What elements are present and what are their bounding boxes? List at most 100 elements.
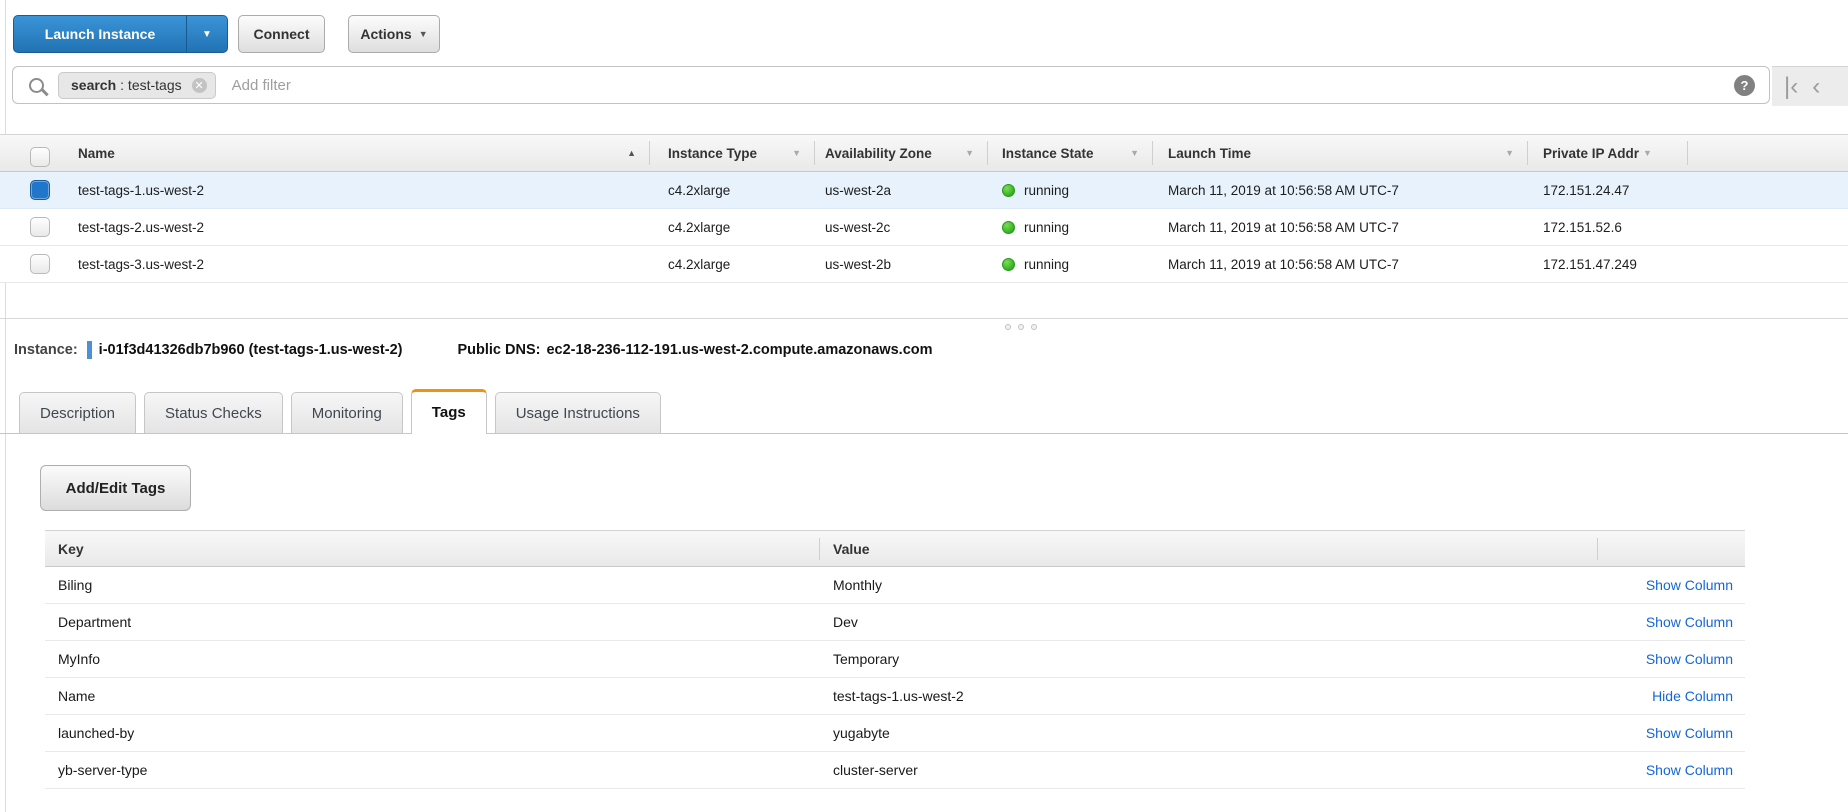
toggle-column-link[interactable]: Show Column (1646, 762, 1733, 778)
filter-icon[interactable]: ▼ (792, 148, 801, 158)
instance-type: c4.2xlarge (650, 209, 815, 245)
ec2-console: Launch Instance ▼ Connect Actions ▼ |‹ ‹… (0, 0, 1848, 812)
filter-chip-key: search (71, 77, 116, 93)
launch-instance-dropdown-button[interactable]: ▼ (186, 15, 228, 53)
launch-time: March 11, 2019 at 10:56:58 AM UTC-7 (1153, 209, 1528, 245)
column-header-value: Value (820, 531, 1598, 567)
row-checkbox[interactable] (30, 217, 50, 237)
tab-usage-instructions[interactable]: Usage Instructions (495, 392, 661, 433)
private-ip: 172.151.24.47 (1528, 172, 1688, 208)
tag-row: launched-by yugabyte Show Column (45, 715, 1745, 752)
private-ip: 172.151.47.249 (1528, 246, 1688, 282)
previous-page-icon[interactable]: ‹ (1812, 75, 1820, 99)
column-header-availability-zone[interactable]: Availability Zone ▼ (815, 135, 988, 171)
row-checkbox[interactable] (30, 254, 50, 274)
tag-row: Department Dev Show Column (45, 604, 1745, 641)
instance-row[interactable]: test-tags-2.us-west-2 c4.2xlarge us-west… (0, 209, 1848, 246)
select-all-cell (30, 135, 70, 171)
actions-button[interactable]: Actions ▼ (348, 15, 440, 53)
tab-monitoring[interactable]: Monitoring (291, 392, 403, 433)
column-header-actions (1598, 531, 1745, 567)
tag-key: Biling (45, 567, 820, 603)
column-label: Availability Zone (825, 146, 932, 161)
tag-key: Name (45, 678, 820, 714)
help-icon[interactable]: ? (1734, 75, 1755, 96)
launch-instance-button[interactable]: Launch Instance (13, 15, 187, 53)
toggle-column-link[interactable]: Show Column (1646, 725, 1733, 741)
tag-row: MyInfo Temporary Show Column (45, 641, 1745, 678)
toggle-column-link[interactable]: Show Column (1646, 651, 1733, 667)
pane-divider (0, 318, 1848, 319)
tag-row: yb-server-type cluster-server Show Colum… (45, 752, 1745, 789)
instance-type: c4.2xlarge (650, 172, 815, 208)
filter-icon[interactable]: ▼ (965, 148, 974, 158)
instance-name: test-tags-1.us-west-2 (70, 172, 650, 208)
tab-description[interactable]: Description (19, 392, 136, 433)
state-label: running (1024, 183, 1069, 198)
instance-row[interactable]: test-tags-1.us-west-2 c4.2xlarge us-west… (0, 172, 1848, 209)
column-header-instance-state[interactable]: Instance State ▼ (988, 135, 1153, 171)
tag-value: Dev (820, 604, 1598, 640)
filter-icon[interactable]: ▼ (1505, 148, 1514, 158)
chevron-down-icon: ▼ (202, 29, 212, 40)
tag-key: yb-server-type (45, 752, 820, 788)
actions-button-label: Actions (360, 26, 411, 42)
instance-id: i-01f3d41326db7b960 (test-tags-1.us-west… (99, 342, 403, 358)
column-label: Instance State (1002, 146, 1094, 161)
column-label: Name (78, 146, 115, 161)
private-ip: 172.151.52.6 (1528, 209, 1688, 245)
filter-chip-value: : test-tags (120, 77, 181, 93)
column-header-key: Key (45, 531, 820, 567)
sort-ascending-icon[interactable]: ▲ (627, 148, 636, 158)
state-label: running (1024, 257, 1069, 272)
tab-tags[interactable]: Tags (411, 389, 487, 434)
running-status-icon (1002, 258, 1015, 271)
toggle-column-link[interactable]: Hide Column (1652, 688, 1733, 704)
remove-filter-icon[interactable]: ✕ (192, 78, 207, 93)
tag-value: yugabyte (820, 715, 1598, 751)
search-filter-bar[interactable]: search : test-tags ✕ Add filter ? (12, 66, 1770, 104)
column-header-private-ip[interactable]: Private IP Addr ▼ (1528, 135, 1688, 171)
column-label: Private IP Addr (1543, 146, 1639, 161)
instance-state: running (988, 172, 1153, 208)
instance-name: test-tags-2.us-west-2 (70, 209, 650, 245)
instance-state: running (988, 246, 1153, 282)
column-header-name[interactable]: Name ▲ (70, 135, 650, 171)
instance-state: running (988, 209, 1153, 245)
pane-resize-handle[interactable] (1005, 324, 1037, 330)
tab-status-checks[interactable]: Status Checks (144, 392, 283, 433)
connect-button[interactable]: Connect (238, 15, 325, 53)
pagination-strip: |‹ ‹ (1772, 66, 1848, 106)
toggle-column-link[interactable]: Show Column (1646, 614, 1733, 630)
select-all-checkbox[interactable] (30, 147, 50, 167)
tags-table-header: Key Value (45, 530, 1745, 567)
instance-row[interactable]: test-tags-3.us-west-2 c4.2xlarge us-west… (0, 246, 1848, 283)
running-status-icon (1002, 184, 1015, 197)
add-edit-tags-button[interactable]: Add/Edit Tags (40, 465, 191, 511)
toggle-column-link[interactable]: Show Column (1646, 577, 1733, 593)
filter-icon[interactable]: ▼ (1130, 148, 1139, 158)
tag-row: Biling Monthly Show Column (45, 567, 1745, 604)
tag-row: Name test-tags-1.us-west-2 Hide Column (45, 678, 1745, 715)
search-filter-chip[interactable]: search : test-tags ✕ (58, 72, 216, 99)
launch-time: March 11, 2019 at 10:56:58 AM UTC-7 (1153, 246, 1528, 282)
tag-value: Temporary (820, 641, 1598, 677)
tag-key: MyInfo (45, 641, 820, 677)
chevron-down-icon: ▼ (419, 29, 428, 39)
add-filter-placeholder[interactable]: Add filter (232, 77, 1734, 94)
column-label: Instance Type (668, 146, 757, 161)
filter-icon[interactable]: ▼ (1643, 148, 1652, 158)
first-page-icon[interactable]: |‹ (1784, 75, 1798, 99)
running-status-icon (1002, 221, 1015, 234)
column-label: Value (833, 541, 870, 557)
tag-value: Monthly (820, 567, 1598, 603)
row-checkbox[interactable] (30, 180, 50, 200)
availability-zone: us-west-2b (815, 246, 988, 282)
state-label: running (1024, 220, 1069, 235)
tag-value: test-tags-1.us-west-2 (820, 678, 1598, 714)
availability-zone: us-west-2a (815, 172, 988, 208)
instance-color-bar (87, 341, 92, 359)
column-header-launch-time[interactable]: Launch Time ▼ (1153, 135, 1528, 171)
column-header-instance-type[interactable]: Instance Type ▼ (650, 135, 815, 171)
instance-table-header: Name ▲ Instance Type ▼ Availability Zone… (0, 134, 1848, 172)
